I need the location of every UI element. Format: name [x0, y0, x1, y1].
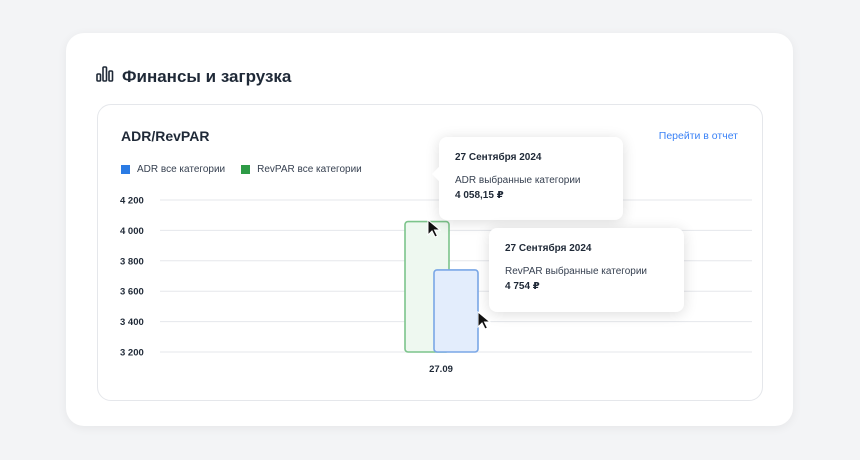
y-tick-label: 4 200 — [120, 196, 144, 207]
tooltip-revpar-label: RevPAR выбранные категории — [505, 266, 647, 277]
mouse-cursor-icon — [427, 218, 442, 244]
bar-revpar — [433, 269, 479, 353]
y-tick-label: 3 400 — [120, 317, 144, 328]
y-tick-label: 3 200 — [120, 348, 144, 359]
tooltip-adr-date: 27 Сентября 2024 — [455, 152, 542, 163]
tooltip-adr-label: ADR выбранные категории — [455, 175, 581, 186]
y-tick-label: 3 800 — [120, 256, 144, 267]
y-tick-label: 4 000 — [120, 226, 144, 237]
mouse-cursor-icon — [477, 310, 492, 336]
tooltip-adr: 27 Сентября 2024 ADR выбранные категории… — [439, 137, 623, 220]
tooltip-revpar: 27 Сентября 2024 RevPAR выбранные катего… — [489, 228, 684, 312]
y-tick-label: 3 600 — [120, 287, 144, 298]
tooltip-adr-value: 4 058,15 ₽ — [455, 190, 504, 201]
tooltip-revpar-value: 4 754 ₽ — [505, 281, 540, 292]
tooltip-revpar-date: 27 Сентября 2024 — [505, 243, 592, 254]
x-tick-label: 27.09 — [429, 364, 453, 375]
